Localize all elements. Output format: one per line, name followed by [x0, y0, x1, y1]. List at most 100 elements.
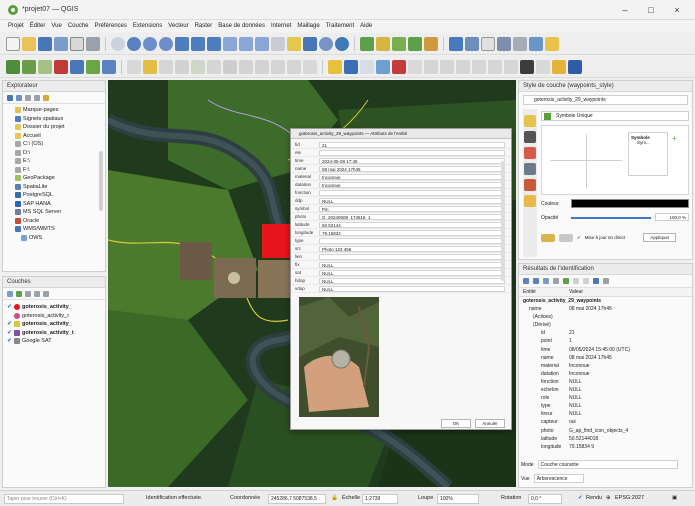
collapse-all-icon[interactable] [43, 291, 49, 297]
3d-tab-icon[interactable] [524, 163, 536, 175]
browser-item[interactable]: Signets spatiaux [7, 115, 101, 124]
vertex-tool-icon[interactable] [191, 59, 205, 74]
annotation-icon[interactable] [472, 59, 486, 74]
maximize-button[interactable]: □ [640, 3, 662, 17]
cut-features-icon[interactable] [223, 59, 237, 74]
label-properties-icon[interactable] [456, 59, 470, 74]
python-console-icon[interactable] [545, 36, 559, 51]
menu-base-de-donnees[interactable]: Base de données [218, 23, 265, 29]
form-field[interactable]: 2024-05-08 17:45 [319, 157, 505, 164]
checkbox-checked-icon[interactable]: ✔ [7, 320, 12, 329]
selected-feature-highlight[interactable] [262, 224, 290, 258]
layer-selector[interactable]: goterosis_activity_29_waypoints [523, 95, 688, 105]
text-annotation-icon[interactable] [529, 36, 543, 51]
label-rotate-icon[interactable] [392, 59, 406, 74]
redo-icon[interactable] [559, 233, 573, 242]
menu-aide[interactable]: Aide [360, 23, 372, 29]
layer-item[interactable]: ✔ goterosis_activity_t [7, 329, 101, 338]
form-field[interactable]: 21 [319, 141, 505, 148]
identify-layer-row[interactable]: goterosis_activity_29_waypoints [519, 297, 692, 305]
menu-internet[interactable]: Internet [271, 23, 291, 29]
identify-features-icon[interactable] [449, 36, 463, 51]
zoom-native-icon[interactable] [223, 36, 237, 51]
expand-tree-icon[interactable] [523, 278, 529, 284]
temporal-controller-icon[interactable] [287, 36, 301, 51]
attribute-row[interactable]: photo G_ap_find_icon_objects_4 [519, 427, 692, 435]
color-swatch[interactable] [571, 199, 689, 208]
history-tab-icon[interactable] [524, 195, 536, 207]
attribute-row[interactable]: tireur NULL [519, 410, 692, 418]
form-field[interactable]: NULL [319, 197, 505, 204]
layer-item[interactable]: ✔ goterosis_activity_ [7, 320, 101, 329]
locator-search-input[interactable]: Taper pour trouver (Ctrl+K) [4, 494, 124, 504]
print-icon[interactable] [583, 278, 589, 284]
open-form-icon[interactable] [563, 278, 569, 284]
filter-icon[interactable] [25, 95, 31, 101]
measure-icon[interactable] [497, 36, 511, 51]
menu-couche[interactable]: Couche [68, 23, 89, 29]
attribute-row[interactable]: datation Inconnue [519, 370, 692, 378]
properties-icon[interactable] [43, 95, 49, 101]
zoom-next-icon[interactable] [255, 36, 269, 51]
form-field[interactable]: NULL [319, 261, 505, 268]
print-layout-icon[interactable] [70, 36, 84, 51]
photo-preview[interactable] [299, 297, 379, 417]
magnifier-field[interactable]: 100% [437, 494, 479, 504]
form-field[interactable]: Pin [319, 205, 505, 212]
zoom-in-icon[interactable] [143, 36, 157, 51]
style-icon[interactable] [7, 291, 13, 297]
form-field[interactable]: Inconnue [319, 173, 505, 180]
label-pin-icon[interactable] [344, 59, 358, 74]
copy-feature-icon[interactable] [573, 278, 579, 284]
checkbox-checked-icon[interactable]: ✔ [7, 303, 12, 312]
form-field[interactable] [319, 237, 505, 244]
reload-icon[interactable] [335, 36, 349, 51]
deselect-icon[interactable] [392, 36, 406, 51]
expand-icon[interactable] [34, 291, 40, 297]
add-raster-layer-icon[interactable] [38, 59, 52, 74]
select-by-value-icon[interactable] [376, 36, 390, 51]
new-geopackage-icon[interactable] [86, 59, 100, 74]
browser-item[interactable]: WMS/WMTS [7, 225, 101, 234]
plugin-manager-icon[interactable] [568, 59, 582, 74]
clock-icon[interactable] [319, 36, 333, 51]
checkbox-checked-icon[interactable]: ✔ [7, 337, 12, 346]
diagram-tab-icon[interactable] [524, 179, 536, 191]
expand-new-icon[interactable] [543, 278, 549, 284]
new-shapefile-icon[interactable] [102, 59, 116, 74]
menu-raster[interactable]: Raster [195, 23, 213, 29]
browser-scrollbar[interactable] [99, 151, 103, 211]
zoom-selection-icon[interactable] [191, 36, 205, 51]
plugin-icon[interactable] [536, 59, 550, 74]
layout-manager-icon[interactable] [86, 36, 100, 51]
identify-mode-icon[interactable] [593, 278, 599, 284]
save-project-icon[interactable] [38, 36, 52, 51]
layer-item[interactable]: ✔ Google SAT [7, 337, 101, 346]
form-field[interactable]: Photo 123 456 [319, 245, 505, 252]
browser-item[interactable]: D:\ [7, 149, 101, 158]
add-group-icon[interactable] [16, 291, 22, 297]
data-source-manager-icon[interactable] [6, 59, 20, 74]
browser-item[interactable]: SpatiaLite [7, 183, 101, 192]
col-entity[interactable]: Entité [519, 288, 565, 296]
crs-button[interactable]: EPSG:2027 [615, 495, 644, 501]
form-field[interactable]: NULL [319, 277, 505, 284]
ok-button[interactable]: OK [441, 419, 471, 428]
add-wms-icon[interactable] [70, 59, 84, 74]
label-change-icon[interactable] [424, 59, 438, 74]
statistics-icon[interactable] [465, 36, 479, 51]
browser-item[interactable]: SAP HANA [7, 200, 101, 209]
browser-item[interactable]: MS SQL Server [7, 208, 101, 217]
opacity-value[interactable]: 100,0 % [655, 213, 689, 221]
menu-editer[interactable]: Éditer [30, 23, 46, 29]
copy-features-icon[interactable] [239, 59, 253, 74]
select-features-icon[interactable] [360, 36, 374, 51]
view-select[interactable]: Arborescence [533, 474, 584, 483]
identify-actions-row[interactable]: (Actions) [519, 313, 692, 321]
layer-item[interactable]: goterosis_activity_r [7, 312, 101, 321]
crs-globe-icon[interactable]: ⊕ [606, 495, 611, 501]
save-edits-icon[interactable] [159, 59, 173, 74]
attribute-row[interactable]: material Inconnue [519, 362, 692, 370]
add-feature-icon[interactable] [175, 59, 189, 74]
menu-vue[interactable]: Vue [51, 23, 61, 29]
